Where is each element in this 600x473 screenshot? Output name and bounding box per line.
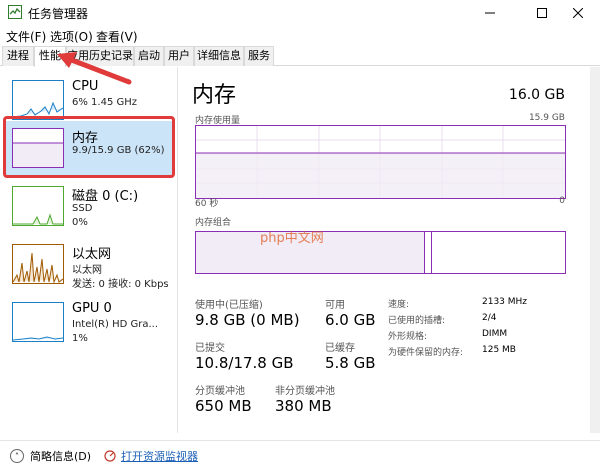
minimize-icon	[485, 12, 495, 14]
menu-view[interactable]: 查看(V)	[96, 28, 138, 45]
title-bar: 任务管理器	[0, 0, 600, 26]
disk-type-text: SSD	[72, 203, 93, 214]
watermark: php中文网	[260, 231, 324, 246]
menu-file[interactable]: 文件(F)	[6, 28, 46, 45]
sidebar-item-ethernet[interactable]: 以太网 以太网 发送: 0 接收: 0 Kbps	[4, 237, 172, 293]
minimize-button[interactable]	[468, 0, 512, 26]
sidebar-item-disk[interactable]: 磁盘 0 (C:) SSD 0%	[4, 179, 172, 235]
ethernet-thumbnail-graph	[12, 244, 64, 284]
memory-detail-panel: 内存 16.0 GB 内存使用量 15.9 GB 60 秒 0 内存组合 php	[190, 67, 590, 433]
footer: ˄ 简略信息(D) 打开资源监视器	[0, 440, 600, 473]
ethernet-adapter-text: 以太网	[72, 265, 102, 276]
memory-usage-graph	[195, 125, 566, 199]
sidebar-item-label: 以太网	[72, 247, 112, 262]
ethernet-throughput-text: 发送: 0 接收: 0 Kbps	[72, 279, 169, 290]
memory-total: 16.0 GB	[508, 87, 565, 103]
nonpaged-pool-value: 380 MB	[275, 397, 332, 415]
memory-composition-bar	[195, 231, 566, 274]
tab-services[interactable]: 服务	[244, 46, 274, 66]
disk-usage-text: 0%	[72, 217, 88, 228]
open-resource-monitor-link[interactable]: 打开资源监视器	[104, 448, 198, 464]
nonpaged-pool-label: 非分页缓冲池	[275, 386, 335, 397]
annotation-highlight-box	[3, 116, 175, 178]
cpu-thumbnail-graph	[12, 80, 64, 120]
available-label: 可用	[325, 300, 345, 311]
speed-value: 2133 MHz	[482, 297, 528, 307]
scrollbar[interactable]	[590, 67, 600, 433]
cpu-usage-text: 6% 1.45 GHz	[72, 97, 138, 108]
tab-processes[interactable]: 进程	[2, 46, 34, 66]
committed-value: 10.8/17.8 GB	[195, 354, 294, 372]
hw-reserved-key: 为硬件保留的内存:	[388, 348, 464, 358]
hw-reserved-value: 125 MB	[482, 345, 516, 355]
menu-bar: 文件(F) 选项(O) 查看(V)	[0, 26, 600, 46]
fewer-details-label: 简略信息(D)	[30, 450, 92, 463]
slots-value: 2/4	[482, 313, 497, 323]
slots-key: 已使用的插槽:	[388, 316, 446, 326]
close-icon	[573, 8, 583, 18]
graph-time-right: 0	[559, 196, 565, 206]
task-manager-icon	[8, 5, 22, 19]
window-title: 任务管理器	[28, 7, 89, 21]
gpu-thumbnail-graph	[12, 302, 64, 342]
tab-users[interactable]: 用户	[164, 46, 194, 66]
page-title: 内存	[192, 83, 237, 108]
usage-graph-max: 15.9 GB	[528, 113, 565, 123]
fewer-details-button[interactable]: ˄ 简略信息(D)	[10, 448, 91, 464]
committed-label: 已提交	[195, 343, 225, 354]
paged-pool-label: 分页缓冲池	[195, 386, 245, 397]
composition-label: 内存组合	[195, 218, 232, 228]
menu-options[interactable]: 选项(O)	[50, 28, 93, 45]
speed-key: 速度:	[388, 300, 410, 310]
disk-thumbnail-graph	[12, 186, 64, 226]
tab-details[interactable]: 详细信息	[194, 46, 244, 66]
gpu-model-text: Intel(R) HD Gra...	[72, 319, 158, 330]
open-resource-monitor-label: 打开资源监视器	[121, 450, 198, 463]
sidebar-item-label: 磁盘 0 (C:)	[72, 189, 139, 204]
cached-label: 已缓存	[325, 343, 355, 354]
close-button[interactable]	[556, 0, 600, 26]
graph-time-left: 60 秒	[195, 199, 219, 209]
resource-monitor-icon	[104, 450, 116, 462]
in-use-value: 9.8 GB (0 MB)	[195, 311, 300, 329]
cached-value: 5.8 GB	[325, 354, 376, 372]
gpu-usage-text: 1%	[72, 333, 88, 344]
sidebar-item-label: CPU	[72, 79, 99, 94]
available-value: 6.0 GB	[325, 311, 376, 329]
tab-startup[interactable]: 启动	[134, 46, 164, 66]
in-use-label: 使用中(已压缩)	[195, 300, 263, 311]
maximize-icon	[537, 8, 547, 18]
sidebar-item-gpu[interactable]: GPU 0 Intel(R) HD Gra... 1%	[4, 295, 172, 351]
chevron-up-icon: ˄	[10, 449, 24, 463]
paged-pool-value: 650 MB	[195, 397, 252, 415]
form-factor-key: 外形规格:	[388, 332, 428, 342]
form-factor-value: DIMM	[482, 329, 508, 339]
sidebar-item-label: GPU 0	[72, 301, 112, 316]
